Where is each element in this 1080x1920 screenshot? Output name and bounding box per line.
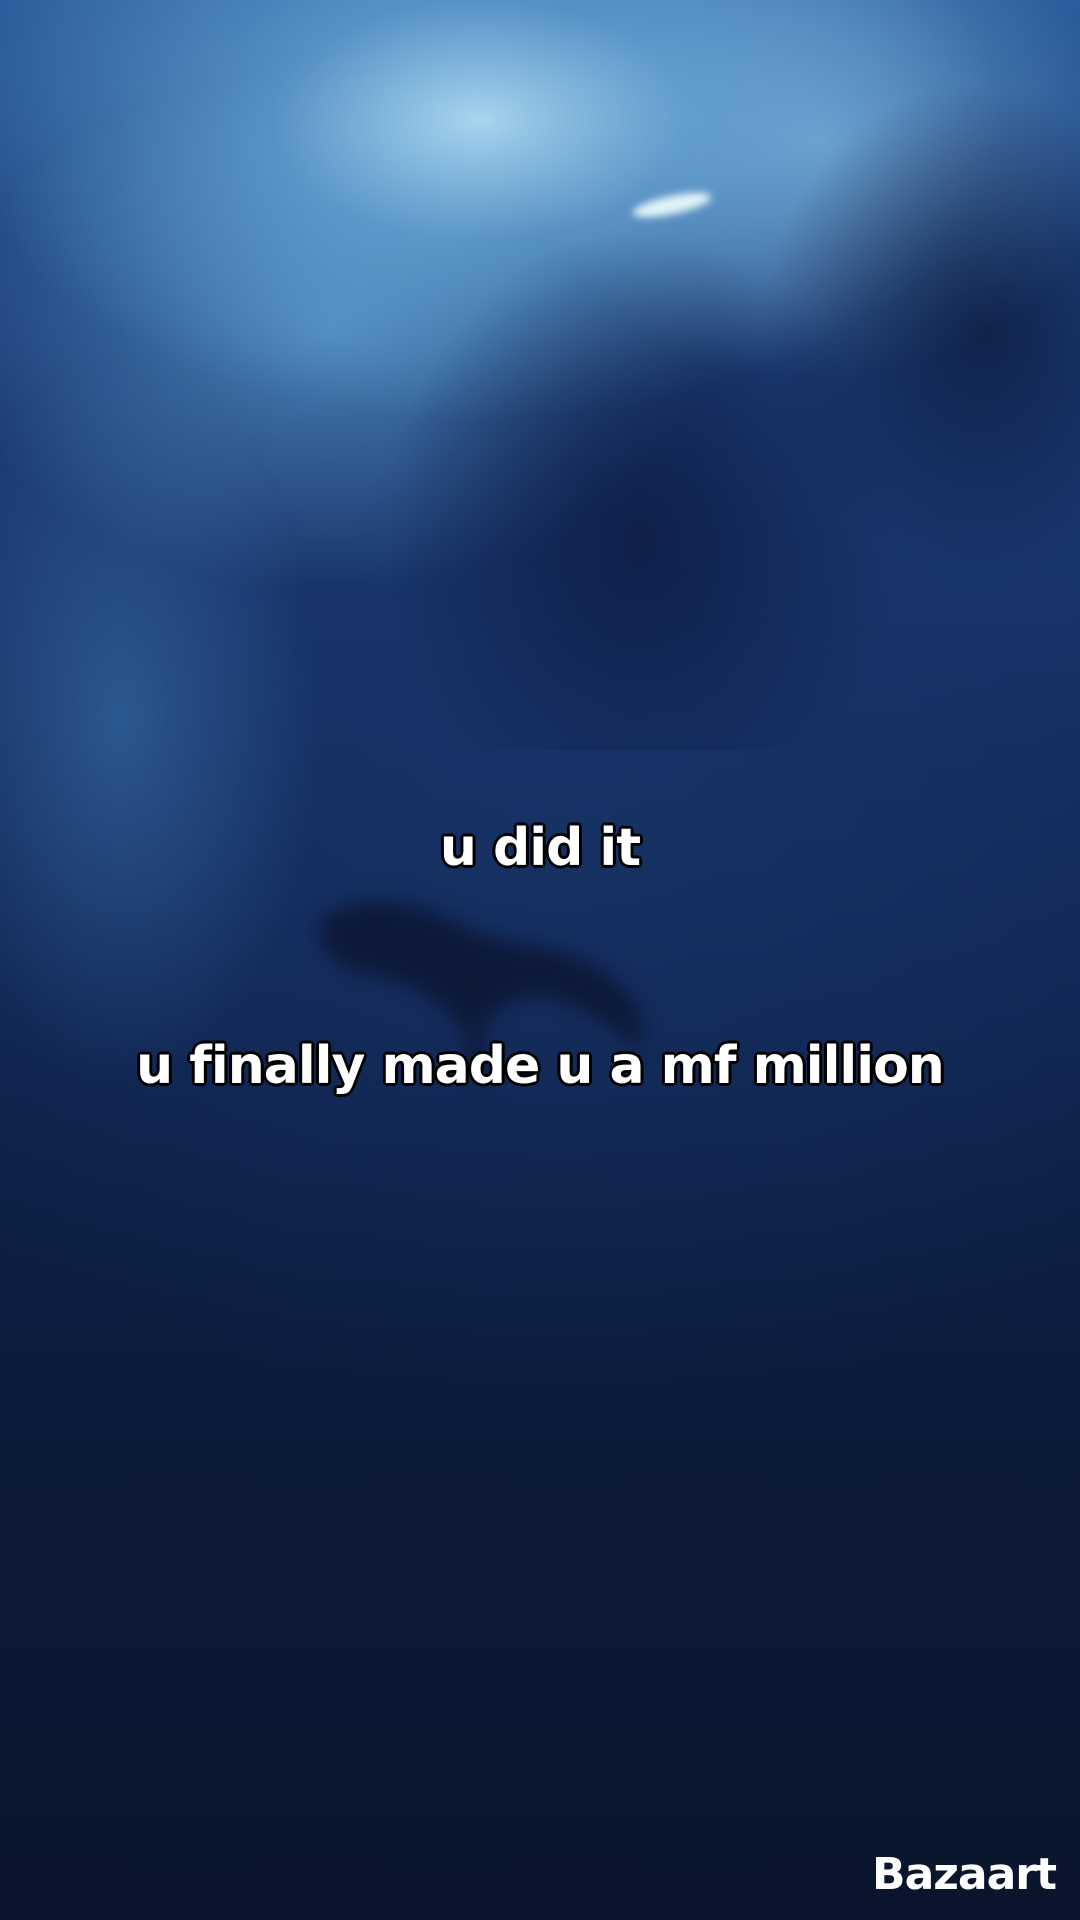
caption-line-1: u did it <box>439 818 641 878</box>
bazaart-watermark: Bazaart <box>872 1849 1057 1900</box>
caption-line-2: u finally made u a mf million <box>136 1036 945 1096</box>
right-shadow <box>760 80 1080 580</box>
video-frame: u did it u finally made u a mf million B… <box>0 0 1080 1920</box>
light-glint <box>631 187 713 223</box>
